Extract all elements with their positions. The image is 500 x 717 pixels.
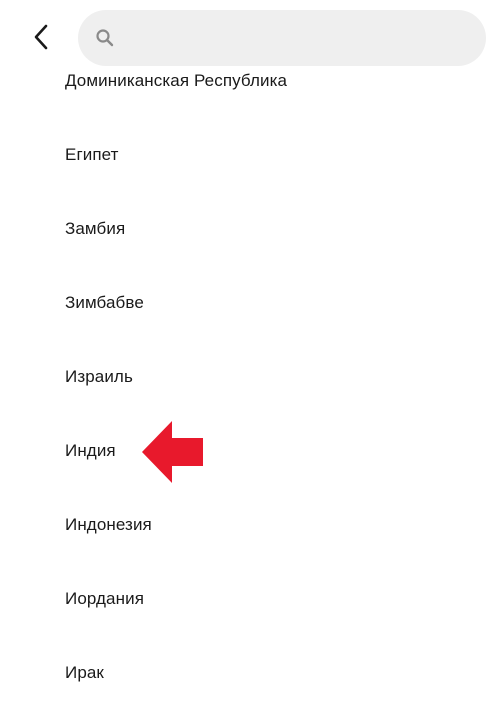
country-item[interactable]: Египет	[0, 118, 500, 192]
country-item[interactable]: Зимбабве	[0, 266, 500, 340]
red-arrow-left-icon	[142, 421, 203, 483]
country-label: Ирак	[65, 663, 104, 682]
country-label: Зимбабве	[65, 293, 144, 312]
header	[0, 0, 500, 70]
search-bar[interactable]	[78, 10, 486, 66]
country-item[interactable]: Израиль	[0, 340, 500, 414]
country-item[interactable]: Индия	[0, 414, 500, 488]
country-item[interactable]: Индонезия	[0, 488, 500, 562]
country-label: Египет	[65, 145, 119, 164]
country-item[interactable]: Ирак	[0, 636, 500, 710]
country-label: Индия	[65, 441, 116, 460]
country-list: Доминиканская Республика Египет Замбия Зимб…	[0, 44, 500, 710]
country-picker-screen: Доминиканская Республика Египет Замбия Зимб…	[0, 0, 500, 717]
chevron-left-icon	[31, 23, 51, 56]
country-item[interactable]: Замбия	[0, 192, 500, 266]
country-label: Доминиканская Республика	[65, 71, 288, 90]
country-label: Израиль	[65, 367, 133, 386]
back-button[interactable]	[22, 20, 60, 58]
country-label: Индонезия	[65, 515, 152, 534]
search-input[interactable]	[126, 17, 470, 59]
country-label: Иордания	[65, 589, 145, 608]
country-item[interactable]: Иордания	[0, 562, 500, 636]
country-label: Замбия	[65, 219, 126, 238]
search-icon	[94, 27, 116, 49]
